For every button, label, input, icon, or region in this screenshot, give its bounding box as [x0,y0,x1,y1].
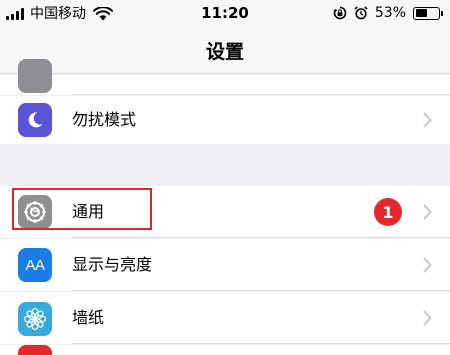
moon-icon [18,103,52,137]
row-divider [72,237,450,238]
text-size-icon: AA [18,248,52,282]
icon-glyph: AA [25,256,45,274]
app-icon [18,345,52,355]
settings-item-do-not-disturb[interactable]: 勿扰模式 [0,96,450,144]
flower-icon [18,302,52,336]
settings-item-general[interactable]: 通用 1 [0,186,450,238]
chevron-right-icon [423,257,432,273]
battery-percent: 53% [374,5,406,21]
list-item-partial[interactable] [0,59,450,95]
settings-item-wallpaper[interactable]: 墙纸 [0,292,450,344]
settings-item-label: 通用 [72,202,105,221]
settings-item-label: 墙纸 [72,308,105,327]
row-divider [72,343,450,344]
alarm-icon [354,6,368,20]
chevron-right-icon [423,204,432,220]
status-bar: 中国移动 11:20 53% [0,0,450,30]
page-title: 设置 [205,41,244,63]
battery-icon [413,6,443,20]
settings-item-label: 勿扰模式 [72,110,137,129]
navigation-bar: 设置 [0,30,450,74]
chevron-right-icon [423,112,432,128]
list-item-partial[interactable] [0,345,450,355]
app-icon [18,59,52,93]
gear-icon [18,195,52,229]
row-divider [72,290,450,291]
row-divider [72,94,450,95]
notification-badge: 1 [374,198,402,226]
rotation-lock-icon [333,6,347,20]
chevron-right-icon [423,310,432,326]
settings-item-label: 显示与亮度 [72,255,153,274]
status-right: 53% [333,4,443,22]
settings-item-display-brightness[interactable]: AA 显示与亮度 [0,239,450,291]
